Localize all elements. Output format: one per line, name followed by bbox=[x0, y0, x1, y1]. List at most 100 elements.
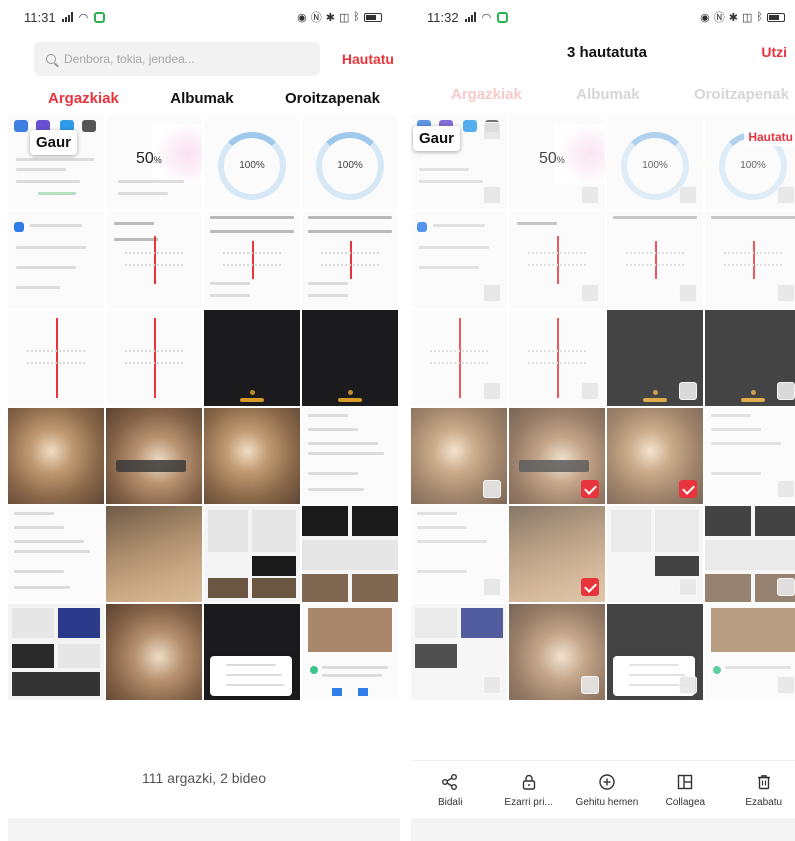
tab-memories[interactable]: Oroitzapenak bbox=[285, 90, 380, 107]
photo-thumbnail[interactable] bbox=[411, 212, 507, 308]
photo-thumbnail[interactable] bbox=[106, 310, 202, 406]
photo-thumbnail[interactable] bbox=[411, 604, 507, 700]
selection-checkbox[interactable] bbox=[483, 676, 501, 694]
cancel-selection-button[interactable]: Utzi bbox=[761, 44, 787, 60]
photo-thumbnail[interactable] bbox=[607, 212, 703, 308]
selection-checkbox[interactable] bbox=[483, 284, 501, 302]
photo-thumbnail[interactable]: Gaur bbox=[411, 114, 507, 210]
photo-thumbnail[interactable] bbox=[705, 212, 795, 308]
selection-checkbox[interactable] bbox=[581, 284, 599, 302]
selection-checkbox[interactable] bbox=[483, 480, 501, 498]
photo-thumbnail[interactable] bbox=[705, 408, 795, 504]
search-input[interactable]: Denbora, tokia, jendea... bbox=[34, 42, 320, 76]
photo-thumbnail[interactable] bbox=[302, 310, 398, 406]
bluetooth-icon: ᛒ bbox=[756, 11, 764, 23]
date-header-chip: Gaur bbox=[30, 130, 78, 155]
photo-count-summary: 111 argazki, 2 bideo bbox=[141, 770, 266, 786]
photo-thumbnail[interactable] bbox=[8, 408, 104, 504]
photo-thumbnail[interactable] bbox=[204, 604, 300, 700]
photo-thumbnail[interactable] bbox=[607, 506, 703, 602]
photo-thumbnail[interactable] bbox=[302, 604, 398, 700]
photo-thumbnail[interactable] bbox=[302, 212, 398, 308]
tab-photos[interactable]: Argazkiak bbox=[48, 90, 119, 107]
selection-checkbox[interactable] bbox=[679, 676, 697, 694]
selection-checkbox[interactable] bbox=[777, 480, 795, 498]
photo-thumbnail[interactable] bbox=[705, 604, 795, 700]
selection-checkbox[interactable] bbox=[777, 382, 795, 400]
mute-icon: ✱ bbox=[728, 11, 739, 24]
photo-thumbnail[interactable] bbox=[106, 408, 202, 504]
photo-thumbnail[interactable] bbox=[509, 408, 605, 504]
selection-checkbox[interactable] bbox=[581, 382, 599, 400]
photo-thumbnail[interactable] bbox=[8, 114, 104, 210]
photo-thumbnail[interactable] bbox=[509, 506, 605, 602]
photo-thumbnail[interactable] bbox=[509, 212, 605, 308]
photo-thumbnail[interactable] bbox=[8, 506, 104, 602]
photo-thumbnail[interactable] bbox=[302, 506, 398, 602]
photo-thumbnail[interactable] bbox=[607, 408, 703, 504]
photo-thumbnail[interactable] bbox=[106, 506, 202, 602]
app-icon bbox=[82, 120, 96, 132]
photo-thumbnail[interactable] bbox=[607, 310, 703, 406]
photo-thumbnail[interactable] bbox=[204, 408, 300, 504]
selection-checkbox[interactable] bbox=[777, 578, 795, 596]
photo-thumbnail[interactable]: 50% bbox=[509, 114, 605, 210]
photo-thumbnail[interactable] bbox=[106, 604, 202, 700]
photo-thumbnail[interactable]: 100% bbox=[302, 114, 398, 210]
selection-checkbox-checked[interactable] bbox=[679, 480, 697, 498]
selection-checkbox[interactable] bbox=[777, 676, 795, 694]
photo-thumbnail[interactable] bbox=[8, 604, 104, 700]
selection-checkbox[interactable] bbox=[679, 578, 697, 596]
photo-thumbnail[interactable] bbox=[509, 604, 605, 700]
search-placeholder: Denbora, tokia, jendea... bbox=[64, 52, 195, 66]
wifi-icon: ◠ bbox=[481, 11, 492, 24]
photo-thumbnail[interactable] bbox=[8, 212, 104, 308]
selection-checkbox[interactable] bbox=[679, 284, 697, 302]
collage-button[interactable]: Collagea bbox=[648, 771, 722, 808]
add-to-button[interactable]: Gehitu hemen bbox=[570, 771, 644, 808]
vibrate-icon: ◫ bbox=[741, 11, 754, 24]
navigation-bar bbox=[411, 818, 795, 841]
selection-checkbox[interactable] bbox=[679, 382, 697, 400]
selection-checkbox[interactable] bbox=[483, 186, 501, 204]
selection-checkbox-checked[interactable] bbox=[581, 480, 599, 498]
navigation-bar bbox=[8, 818, 400, 841]
selection-checkbox[interactable] bbox=[777, 186, 795, 204]
app-notification-icon bbox=[94, 11, 106, 23]
photo-thumbnail[interactable] bbox=[411, 310, 507, 406]
selection-checkbox[interactable] bbox=[581, 186, 599, 204]
photo-grid: Gaur 50% 100% 100% Hautatu bbox=[411, 114, 795, 700]
photo-thumbnail[interactable]: 100% bbox=[607, 114, 703, 210]
photo-thumbnail[interactable]: 50% bbox=[106, 114, 202, 210]
photo-thumbnail[interactable]: 100% Hautatu bbox=[705, 114, 795, 210]
photo-thumbnail[interactable] bbox=[705, 310, 795, 406]
delete-button[interactable]: Ezabatu bbox=[727, 771, 795, 808]
lock-icon bbox=[518, 771, 540, 793]
selection-checkbox[interactable] bbox=[483, 578, 501, 596]
photo-thumbnail[interactable] bbox=[509, 310, 605, 406]
photo-thumbnail[interactable] bbox=[411, 506, 507, 602]
selection-checkbox[interactable] bbox=[581, 676, 599, 694]
photo-thumbnail[interactable]: 100% bbox=[204, 114, 300, 210]
photo-thumbnail[interactable] bbox=[411, 408, 507, 504]
selection-checkbox-checked[interactable] bbox=[581, 578, 599, 596]
select-button[interactable]: Hautatu bbox=[744, 128, 795, 146]
photo-thumbnail[interactable] bbox=[705, 506, 795, 602]
selection-checkbox[interactable] bbox=[777, 284, 795, 302]
photo-thumbnail[interactable] bbox=[607, 604, 703, 700]
selection-checkbox[interactable] bbox=[483, 382, 501, 400]
status-time: 11:32 bbox=[427, 9, 459, 25]
photo-thumbnail[interactable] bbox=[204, 506, 300, 602]
selection-checkbox[interactable] bbox=[679, 186, 697, 204]
app-notification-icon bbox=[497, 11, 509, 23]
photo-thumbnail[interactable] bbox=[302, 408, 398, 504]
photo-thumbnail[interactable] bbox=[204, 212, 300, 308]
selection-checkbox[interactable] bbox=[483, 122, 501, 140]
photo-thumbnail[interactable] bbox=[204, 310, 300, 406]
tab-albums[interactable]: Albumak bbox=[170, 90, 233, 107]
photo-thumbnail[interactable] bbox=[106, 212, 202, 308]
select-button[interactable]: Hautatu bbox=[342, 51, 394, 67]
photo-thumbnail[interactable] bbox=[8, 310, 104, 406]
share-button[interactable]: Bidali bbox=[413, 771, 487, 808]
set-private-button[interactable]: Ezarri pri... bbox=[492, 771, 566, 808]
